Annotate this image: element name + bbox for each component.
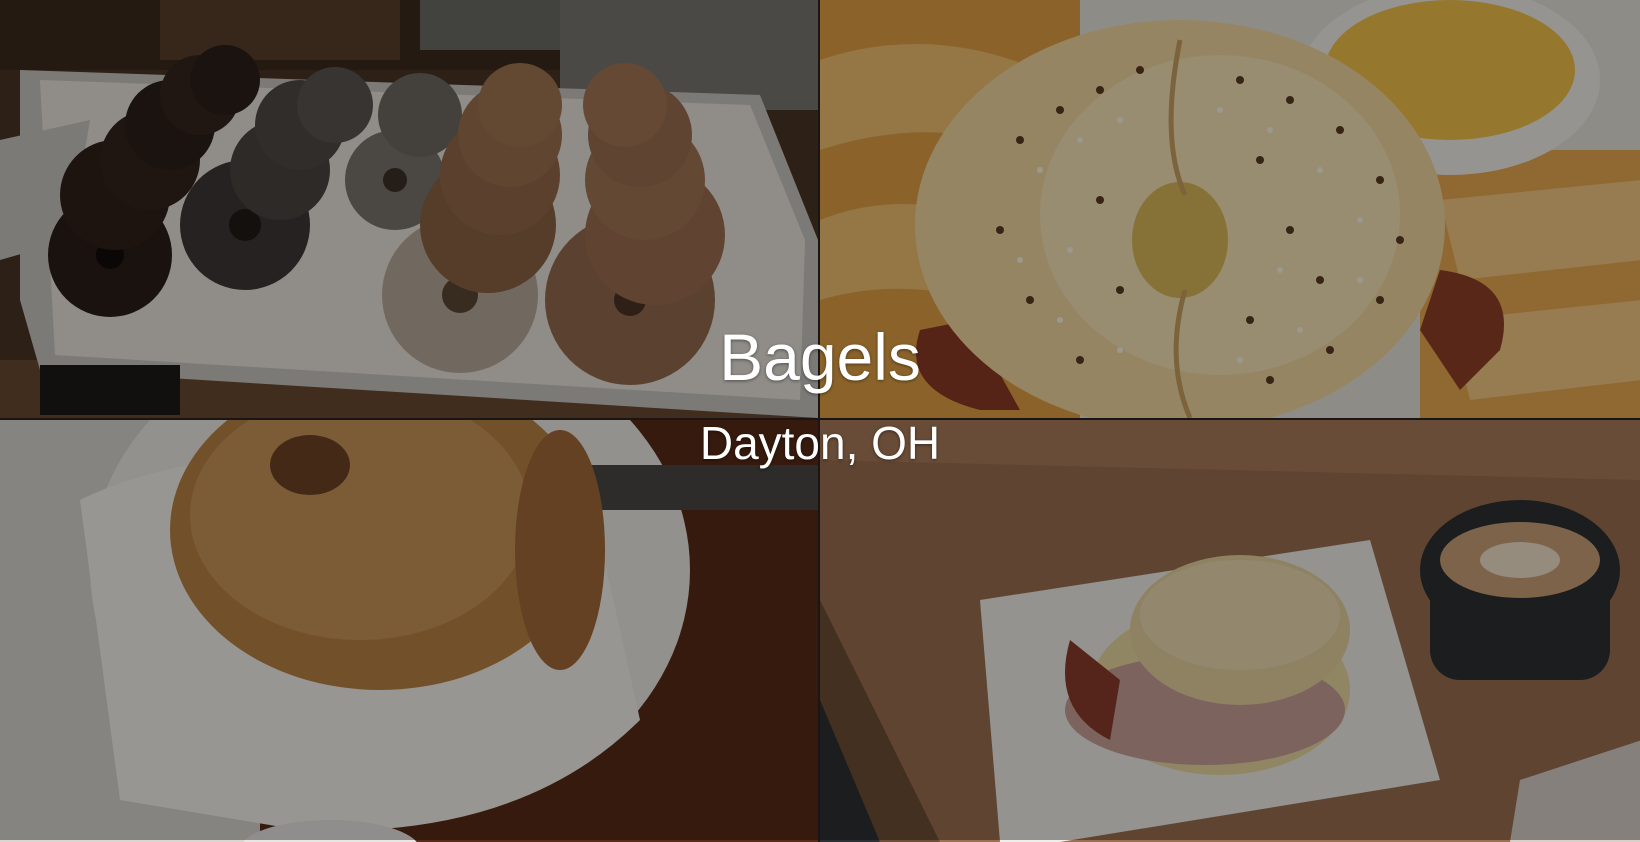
page-title: Bagels — [719, 320, 921, 394]
hero-caption: Bagels Dayton, OH — [0, 0, 1640, 840]
location-subtitle: Dayton, OH — [699, 417, 941, 469]
